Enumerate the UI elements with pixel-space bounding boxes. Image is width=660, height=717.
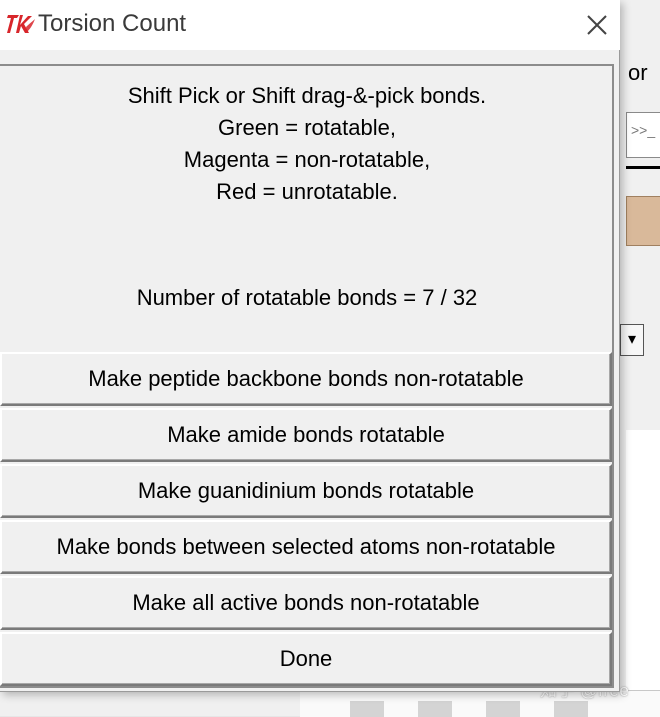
background-strip-segment (418, 701, 452, 717)
title-bar[interactable]: Torsion Count (0, 0, 620, 50)
all-active-non-rotatable-button[interactable]: Make all active bonds non-rotatable (0, 576, 612, 630)
instruction-line: Red = unrotatable. (216, 179, 398, 204)
background-text-field[interactable]: >>_ (626, 112, 660, 158)
peptide-backbone-non-rotatable-button[interactable]: Make peptide backbone bonds non-rotatabl… (0, 352, 612, 406)
background-strip-segment (486, 701, 520, 717)
torsion-count-dialog: Torsion Count Shift Pick or Shift drag-&… (0, 0, 620, 692)
instruction-line: Magenta = non-rotatable, (183, 147, 431, 172)
dialog-title: Torsion Count (38, 10, 187, 37)
background-color-swatch[interactable] (626, 196, 660, 246)
chevron-down-icon: ▾ (627, 331, 637, 348)
done-button[interactable]: Done (0, 632, 612, 686)
selected-atoms-non-rotatable-button[interactable]: Make bonds between selected atoms non-ro… (0, 520, 612, 574)
instruction-line: Green = rotatable, (218, 115, 396, 140)
tk-feather-icon (7, 15, 35, 33)
instruction-line: Shift Pick or Shift drag-&-pick bonds. (127, 83, 487, 108)
background-strip-segment (350, 701, 384, 717)
amide-bonds-rotatable-button[interactable]: Make amide bonds rotatable (0, 408, 612, 462)
background-panel (626, 430, 660, 716)
background-divider (626, 166, 660, 169)
background-menu-fragment[interactable]: or (628, 60, 648, 86)
background-dropdown[interactable]: ▾ (620, 324, 644, 356)
close-button[interactable] (572, 0, 620, 50)
close-icon (587, 15, 607, 35)
background-strip-segment (554, 701, 588, 717)
guanidinium-bonds-rotatable-button[interactable]: Make guanidinium bonds rotatable (0, 464, 612, 518)
rotatable-bond-count: Number of rotatable bonds = 7 / 32 (136, 285, 478, 310)
instructions-text: Shift Pick or Shift drag-&-pick bonds. G… (0, 80, 614, 208)
dialog-content: Shift Pick or Shift drag-&-pick bonds. G… (0, 64, 614, 688)
